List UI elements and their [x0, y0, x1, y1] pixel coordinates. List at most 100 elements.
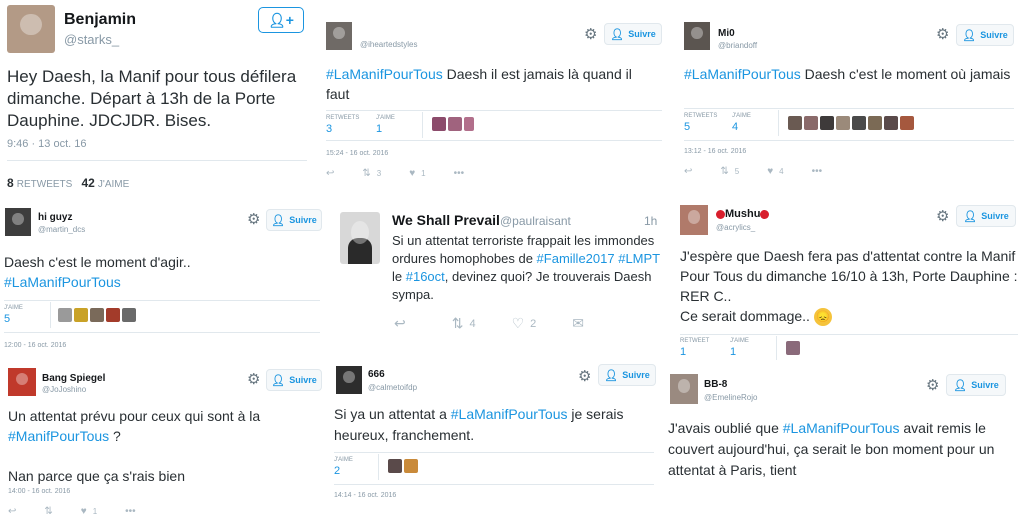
liker-avatar[interactable]: [852, 116, 866, 130]
author-name[interactable]: Mushu: [716, 208, 770, 220]
hashtag-link[interactable]: #LaManifPourTous: [451, 406, 568, 422]
likes-count[interactable]: 42: [81, 176, 94, 190]
author-handle[interactable]: @starks_: [64, 32, 119, 47]
likes-count[interactable]: 5: [4, 313, 10, 325]
liker-avatar[interactable]: [836, 116, 850, 130]
avatar[interactable]: [680, 205, 708, 235]
liker-avatar[interactable]: [122, 308, 136, 322]
liker-avatar[interactable]: [388, 459, 402, 473]
avatar[interactable]: [670, 374, 698, 404]
follow-button[interactable]: 👤︎ Suivre: [956, 24, 1014, 46]
avatar[interactable]: [684, 22, 710, 50]
like-button[interactable]: ♡ 2: [512, 315, 537, 332]
gear-icon[interactable]: ⚙: [578, 369, 591, 384]
gear-icon[interactable]: ⚙: [936, 27, 949, 42]
avatar[interactable]: [336, 366, 362, 394]
follow-button[interactable]: 👤︎ Suivre: [266, 369, 322, 391]
like-button[interactable]: ♥ 1: [81, 506, 97, 517]
liker-avatar[interactable]: [432, 117, 446, 131]
gear-icon[interactable]: ⚙: [247, 212, 260, 227]
liker-avatar[interactable]: [90, 308, 104, 322]
retweet-button[interactable]: ⇅ 5: [720, 166, 739, 177]
hashtag-link[interactable]: #LaManifPourTous: [326, 66, 443, 82]
retweets-count[interactable]: 1: [680, 346, 686, 358]
follow-button[interactable]: 👤︎ Suivre: [598, 364, 656, 386]
more-button[interactable]: •••: [454, 168, 465, 179]
liker-avatar[interactable]: [900, 116, 914, 130]
author-name[interactable]: 666: [368, 369, 385, 380]
avatar[interactable]: [326, 22, 352, 50]
liker-avatar[interactable]: [74, 308, 88, 322]
liker-avatar[interactable]: [868, 116, 882, 130]
tweet-timestamp[interactable]: 12:00 - 16 oct. 2016: [4, 342, 66, 349]
gear-icon[interactable]: ⚙: [926, 378, 939, 393]
author-name[interactable]: Bang Spiegel: [42, 373, 105, 384]
tweet-timestamp[interactable]: 14:00 - 16 oct. 2016: [8, 488, 70, 495]
liker-avatar[interactable]: [786, 341, 800, 355]
liker-avatar[interactable]: [804, 116, 818, 130]
reply-button[interactable]: ↩: [684, 166, 692, 177]
retweet-button[interactable]: ⇅ 3: [362, 168, 381, 179]
author-handle[interactable]: @JoJoshino: [42, 385, 86, 394]
author-name[interactable]: Benjamin: [64, 11, 136, 29]
liker-avatar[interactable]: [464, 117, 474, 131]
likes-count[interactable]: 4: [732, 121, 738, 133]
reply-button[interactable]: ↩: [326, 168, 334, 179]
hashtag-link[interactable]: #16oct: [406, 269, 445, 284]
avatar[interactable]: [5, 208, 31, 236]
liker-avatar[interactable]: [58, 308, 72, 322]
like-button[interactable]: ♥ 1: [409, 168, 425, 179]
tweet-timestamp[interactable]: 15:24 - 16 oct. 2016: [326, 150, 388, 157]
follow-button[interactable]: 👤︎ Suivre: [956, 205, 1016, 227]
more-button[interactable]: •••: [125, 506, 136, 517]
liker-avatar[interactable]: [448, 117, 462, 131]
hashtag-link[interactable]: #LMPT: [618, 251, 660, 266]
liker-avatar[interactable]: [404, 459, 418, 473]
likes-count[interactable]: 2: [334, 465, 340, 477]
author-handle[interactable]: @martin_dcs: [38, 225, 85, 234]
tweet-timestamp[interactable]: 13:12 - 16 oct. 2016: [684, 148, 746, 155]
likes-count[interactable]: 1: [376, 123, 382, 135]
tweet-timestamp[interactable]: 9:46 · 13 oct. 16: [7, 138, 87, 150]
liker-avatar[interactable]: [788, 116, 802, 130]
retweets-count[interactable]: 5: [684, 121, 690, 133]
hashtag-link[interactable]: #LaManifPourTous: [684, 66, 801, 82]
hashtag-link[interactable]: #LaManifPourTous: [4, 274, 121, 290]
author-name[interactable]: BB-8: [704, 379, 727, 390]
tweet-timestamp[interactable]: 1h: [644, 214, 657, 228]
retweet-button[interactable]: ⇅: [44, 506, 52, 517]
liker-avatar[interactable]: [106, 308, 120, 322]
like-button[interactable]: ♥ 4: [767, 166, 783, 177]
author-handle[interactable]: @acrylics_: [716, 223, 755, 232]
avatar[interactable]: [7, 5, 55, 53]
gear-icon[interactable]: ⚙: [936, 209, 949, 224]
hashtag-link[interactable]: #Famille2017: [537, 251, 615, 266]
author-handle[interactable]: @EmelineRojo: [704, 393, 757, 402]
message-button[interactable]: ✉: [572, 315, 584, 332]
follow-button[interactable]: 👤︎ Suivre: [266, 209, 322, 231]
follow-button[interactable]: 👤︎+: [258, 7, 304, 33]
reply-button[interactable]: ↩: [394, 315, 406, 332]
author-handle[interactable]: @paulraisant: [500, 214, 571, 228]
avatar[interactable]: [8, 368, 36, 396]
avatar[interactable]: [340, 212, 380, 264]
retweets-count[interactable]: 3: [326, 123, 332, 135]
likes-count[interactable]: 1: [730, 346, 736, 358]
follow-button[interactable]: 👤︎ Suivre: [946, 374, 1006, 396]
tweet-timestamp[interactable]: 14:14 - 16 oct. 2016: [334, 492, 396, 499]
hashtag-link[interactable]: #LaManifPourTous: [783, 420, 900, 436]
reply-button[interactable]: ↩: [8, 506, 16, 517]
retweets-count[interactable]: 8: [7, 176, 14, 190]
gear-icon[interactable]: ⚙: [584, 27, 597, 42]
author-name[interactable]: hi guyz: [38, 212, 72, 223]
hashtag-link[interactable]: #ManifPourTous: [8, 428, 109, 444]
retweet-button[interactable]: ⇅ 4: [452, 315, 476, 332]
liker-avatar[interactable]: [820, 116, 834, 130]
author-name[interactable]: Mi0: [718, 28, 735, 39]
author-handle[interactable]: @calmetoifdp: [368, 383, 417, 392]
author-handle[interactable]: @iheartedstyles: [360, 40, 417, 49]
more-button[interactable]: •••: [812, 166, 823, 177]
gear-icon[interactable]: ⚙: [247, 372, 260, 387]
follow-button[interactable]: 👤︎ Suivre: [604, 23, 662, 45]
author-name[interactable]: We Shall Prevail: [392, 212, 500, 228]
